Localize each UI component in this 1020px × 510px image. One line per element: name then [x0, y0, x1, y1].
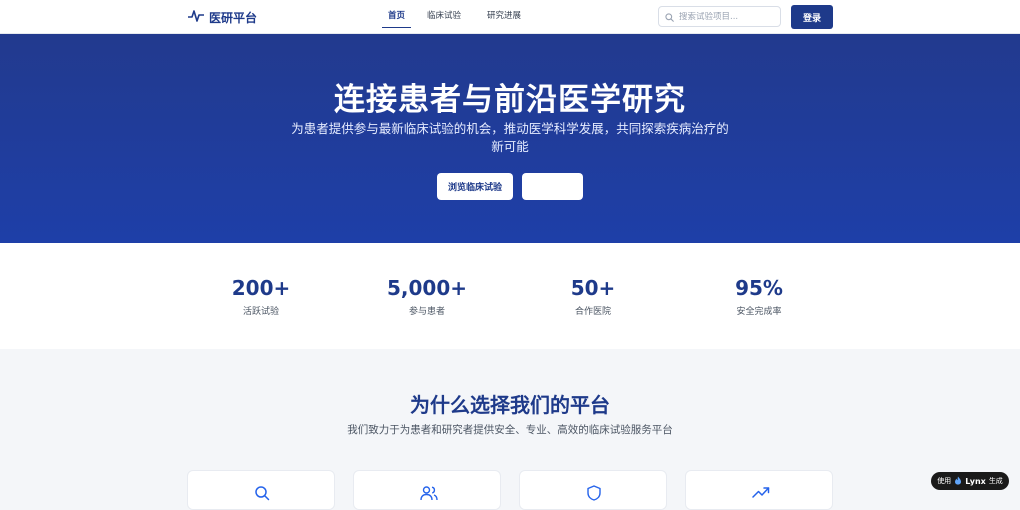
- hero-section: 连接患者与前沿医学研究 为患者提供参与最新临床试验的机会，推动医学科学发展，共同…: [0, 34, 1020, 243]
- browse-trials-button[interactable]: 浏览临床试验: [437, 173, 513, 200]
- flame-icon: [954, 476, 962, 487]
- secondary-hero-button[interactable]: [522, 173, 583, 200]
- nav-home[interactable]: 首页: [380, 0, 413, 34]
- section-subtitle: 我们致力于为患者和研究者提供安全、专业、高效的临床试验服务平台: [347, 424, 673, 436]
- stat-active-trials: 200+ 活跃试验: [181, 275, 341, 317]
- stat-value: 95%: [735, 276, 783, 300]
- search-icon: [255, 486, 270, 501]
- login-button[interactable]: 登录: [791, 5, 833, 29]
- logo-text: 医研平台: [209, 10, 258, 25]
- feature-card: [353, 470, 501, 510]
- stat-value: 50+: [570, 276, 616, 300]
- logo[interactable]: 医研平台: [187, 8, 258, 27]
- stats-section: 200+ 活跃试验 5,000+ 参与患者 50+ 合作医院 95% 安全完成率: [0, 243, 1020, 349]
- nav-clinical-trials[interactable]: 临床试验: [419, 0, 469, 34]
- feature-card: [187, 470, 335, 510]
- badge-brand: Lynx: [965, 476, 986, 486]
- pulse-icon: [187, 8, 205, 27]
- stat-label: 活跃试验: [242, 307, 279, 317]
- section-title: 为什么选择我们的平台: [410, 393, 610, 417]
- stat-hospitals: 50+ 合作医院: [513, 275, 673, 317]
- generated-by-badge[interactable]: 使用 Lynx 生成: [931, 472, 1009, 490]
- feature-card: [685, 470, 833, 510]
- trending-up-icon: [752, 487, 770, 498]
- hero-subtitle: 为患者提供参与最新临床试验的机会，推动医学科学发展，共同探索疾病治疗的新可能: [291, 121, 729, 154]
- why-section: 为什么选择我们的平台 我们致力于为患者和研究者提供安全、专业、高效的临床试验服务…: [0, 349, 1020, 510]
- hero-title: 连接患者与前沿医学研究: [334, 82, 686, 118]
- users-icon: [420, 486, 438, 501]
- search-box: [658, 6, 781, 27]
- feature-card: [519, 470, 667, 510]
- stat-value: 5,000+: [386, 276, 468, 300]
- nav-research-progress[interactable]: 研究进展: [479, 0, 529, 34]
- main-nav: 首页 临床试验 研究进展: [380, 0, 529, 34]
- stat-label: 参与患者: [408, 307, 445, 317]
- stat-patients: 5,000+ 参与患者: [347, 275, 507, 317]
- stat-label: 合作医院: [574, 307, 611, 317]
- stat-completion-rate: 95% 安全完成率: [679, 275, 839, 317]
- stat-label: 安全完成率: [736, 307, 782, 317]
- badge-prefix: 使用: [937, 477, 952, 485]
- top-navbar: 医研平台 首页 临床试验 研究进展 登录: [0, 0, 1020, 34]
- search-input[interactable]: [679, 11, 769, 22]
- badge-suffix: 生成: [988, 477, 1003, 485]
- stat-value: 200+: [231, 276, 291, 300]
- search-icon: [665, 7, 674, 26]
- shield-icon: [587, 485, 601, 501]
